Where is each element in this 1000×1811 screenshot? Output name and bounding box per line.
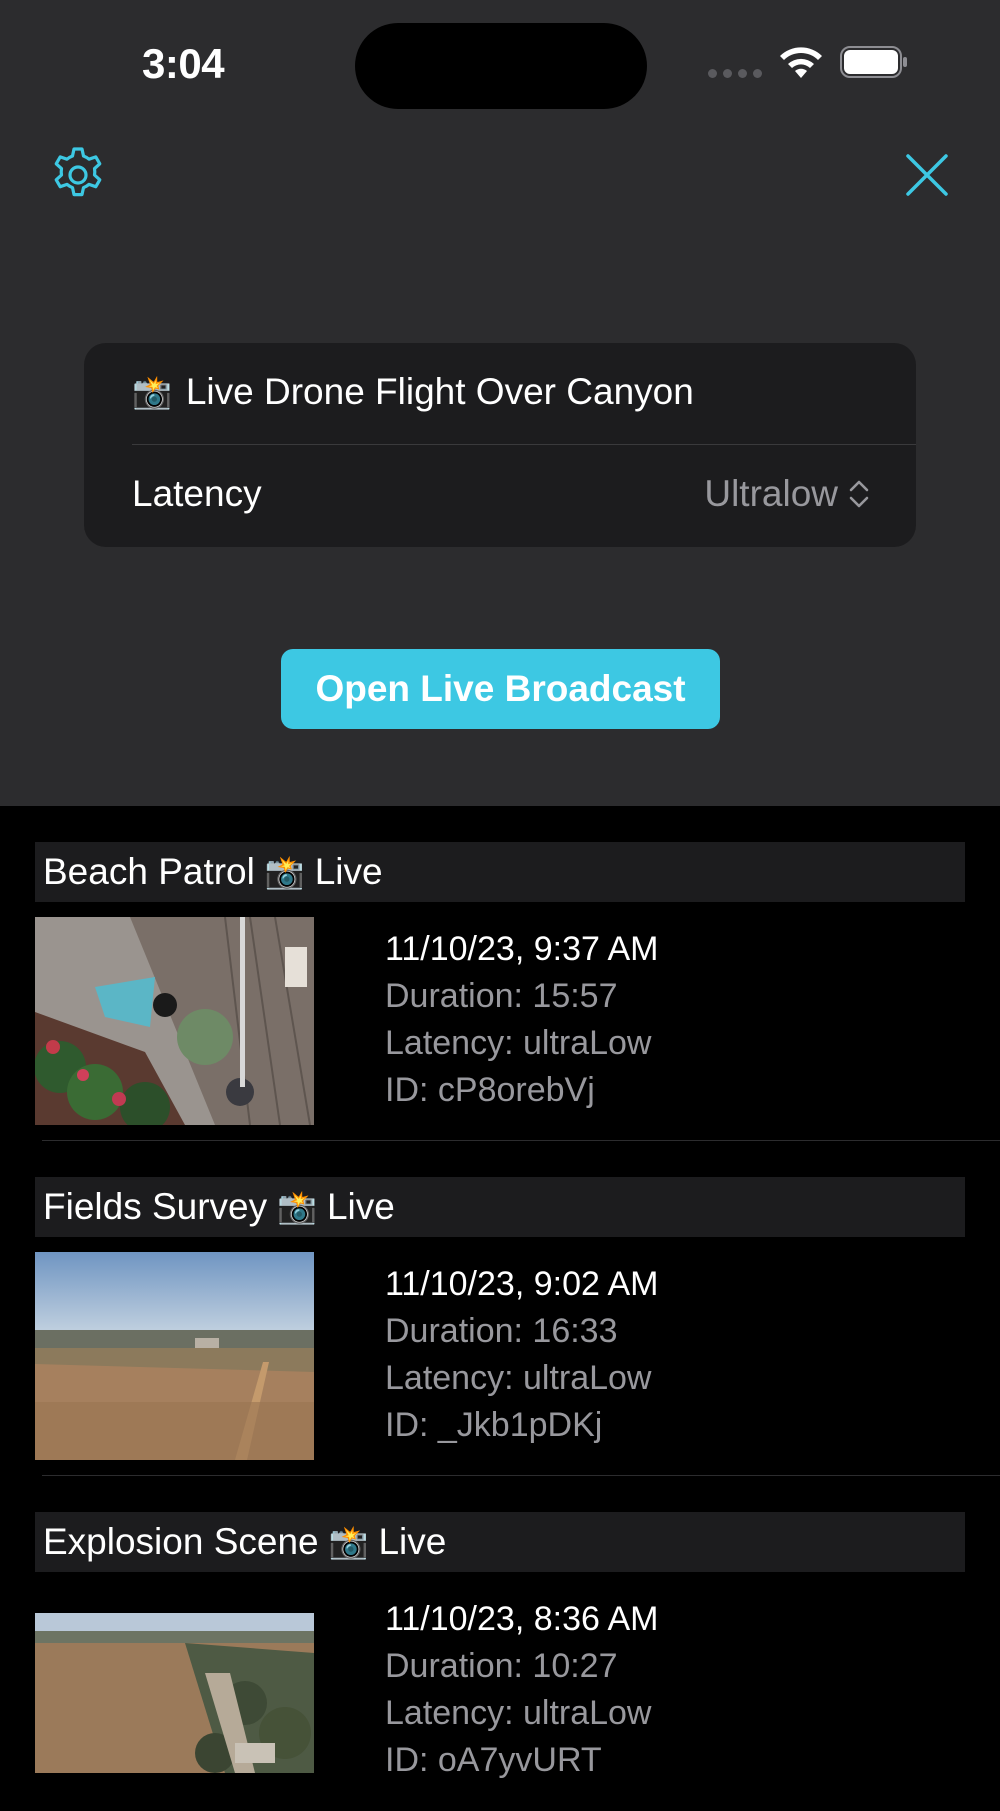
broadcast-duration: Duration: 10:27 [385, 1647, 618, 1685]
broadcast-date: 11/10/23, 9:37 AM [385, 930, 659, 968]
broadcast-name: Beach Patrol [43, 851, 255, 892]
broadcast-id: ID: _Jkb1pDKj [385, 1406, 603, 1444]
broadcast-name: Explosion Scene [43, 1521, 319, 1562]
broadcast-header: Explosion Scene 📸 Live [35, 1512, 965, 1572]
broadcast-thumbnail[interactable] [35, 1613, 314, 1773]
list-item[interactable]: Fields Survey 📸 Live 11/10/23, 9:02 AM D… [0, 1141, 1000, 1476]
broadcast-setup-panel: 3:04 📸 Live Drone Flight Over Canyon Lat… [0, 0, 1000, 806]
latency-value: Ultralow [704, 473, 838, 514]
dynamic-island [355, 23, 647, 109]
status-time: 3:04 [142, 40, 225, 87]
latency-picker[interactable]: Ultralow [704, 473, 870, 515]
broadcast-tag: Live [378, 1521, 447, 1562]
broadcast-tag: Live [326, 1186, 395, 1227]
broadcast-duration: Duration: 15:57 [385, 977, 618, 1015]
list-item[interactable]: Beach Patrol 📸 Live 11/10/23, 9:37 AM Du… [0, 806, 1000, 1141]
broadcast-header: Fields Survey 📸 Live [35, 1177, 965, 1237]
stream-title: Live Drone Flight Over Canyon [185, 371, 694, 412]
broadcast-latency: Latency: ultraLow [385, 1024, 652, 1062]
stream-title-field[interactable]: 📸 Live Drone Flight Over Canyon [132, 371, 694, 413]
broadcast-thumbnail[interactable] [35, 1252, 314, 1460]
divider [132, 444, 916, 445]
open-live-broadcast-button[interactable]: Open Live Broadcast [281, 649, 720, 729]
gear-icon[interactable] [48, 145, 108, 205]
battery-icon [840, 46, 907, 78]
stream-settings-card: 📸 Live Drone Flight Over Canyon Latency … [84, 343, 916, 547]
camera-flash-icon: 📸 [264, 854, 305, 890]
broadcast-latency: Latency: ultraLow [385, 1359, 652, 1397]
camera-flash-icon: 📸 [132, 374, 172, 410]
cellular-signal-icon [708, 69, 762, 78]
close-icon[interactable] [902, 150, 952, 200]
broadcast-id: ID: oA7yvURT [385, 1741, 602, 1779]
broadcast-id: ID: cP8orebVj [385, 1071, 595, 1109]
broadcast-details: 11/10/23, 9:37 AM Duration: 15:57 Latenc… [385, 926, 658, 1114]
broadcast-latency: Latency: ultraLow [385, 1694, 652, 1732]
broadcast-header: Beach Patrol 📸 Live [35, 842, 965, 902]
latency-label: Latency [132, 473, 262, 514]
wifi-icon [780, 47, 822, 78]
list-item[interactable]: Explosion Scene 📸 Live 11/10/23, 8:36 AM… [0, 1476, 1000, 1811]
camera-flash-icon: 📸 [328, 1524, 369, 1560]
chevron-up-down-icon [849, 480, 869, 508]
broadcast-details: 11/10/23, 9:02 AM Duration: 16:33 Latenc… [385, 1261, 658, 1449]
broadcast-duration: Duration: 16:33 [385, 1312, 618, 1350]
broadcast-details: 11/10/23, 8:36 AM Duration: 10:27 Latenc… [385, 1596, 658, 1784]
broadcast-name: Fields Survey [43, 1186, 268, 1227]
broadcast-date: 11/10/23, 9:02 AM [385, 1265, 659, 1303]
camera-flash-icon: 📸 [277, 1189, 317, 1225]
broadcast-tag: Live [314, 851, 383, 892]
broadcast-thumbnail[interactable] [35, 917, 314, 1125]
broadcast-date: 11/10/23, 8:36 AM [385, 1600, 659, 1638]
